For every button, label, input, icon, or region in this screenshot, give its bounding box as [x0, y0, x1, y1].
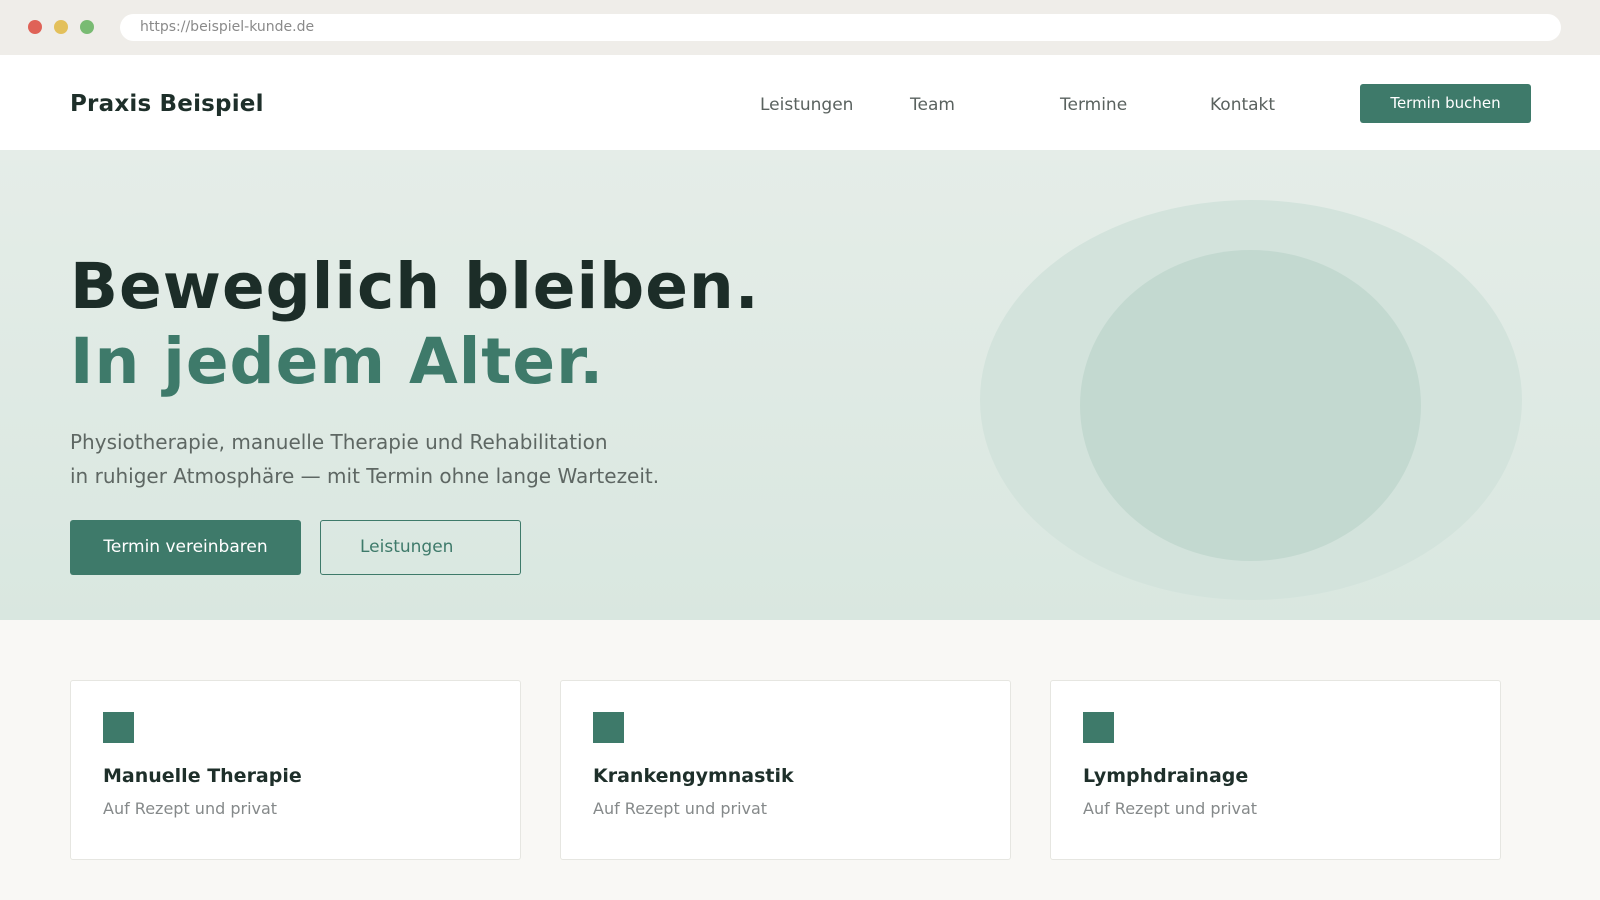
- service-card-title: Manuelle Therapie: [103, 765, 302, 787]
- service-card-title: Lymphdrainage: [1083, 765, 1249, 787]
- services-button[interactable]: Leistungen: [320, 520, 521, 575]
- hero-headline: Beweglich bleiben.: [70, 250, 760, 323]
- service-square-icon: [593, 712, 624, 743]
- service-card-subtitle: Auf Rezept und privat: [103, 799, 278, 818]
- window-maximize-button[interactable]: [80, 20, 94, 34]
- service-card[interactable]: Krankengymnastik Auf Rezept und privat: [560, 680, 1011, 860]
- schedule-appointment-button[interactable]: Termin vereinbaren: [70, 520, 301, 575]
- service-card-subtitle: Auf Rezept und privat: [593, 799, 768, 818]
- service-card[interactable]: Manuelle Therapie Auf Rezept und privat: [70, 680, 521, 860]
- service-card-title: Krankengymnastik: [593, 765, 794, 787]
- window-close-button[interactable]: [28, 20, 42, 34]
- hero-section: Beweglich bleiben. In jedem Alter. Physi…: [0, 150, 1600, 620]
- service-card[interactable]: Lymphdrainage Auf Rezept und privat: [1050, 680, 1501, 860]
- nav-link-kontakt[interactable]: Kontakt: [1210, 95, 1275, 115]
- hero-decor-inner-circle: [1080, 250, 1421, 561]
- hero-lead-line-2: in ruhiger Atmosphäre — mit Termin ohne …: [70, 464, 660, 488]
- hero-subheadline: In jedem Alter.: [70, 325, 605, 398]
- hero-lead-text: Physiotherapie, manuelle Therapie und Re…: [70, 425, 770, 493]
- address-bar-url: https://beispiel-kunde.de: [140, 19, 315, 35]
- window-minimize-button[interactable]: [54, 20, 68, 34]
- nav-link-termine[interactable]: Termine: [1060, 95, 1127, 115]
- nav-link-leistungen[interactable]: Leistungen: [760, 95, 853, 115]
- address-bar[interactable]: https://beispiel-kunde.de: [120, 14, 1561, 41]
- site-header: Praxis Beispiel Leistungen Team Termine …: [0, 55, 1600, 150]
- service-square-icon: [103, 712, 134, 743]
- service-card-subtitle: Auf Rezept und privat: [1083, 799, 1258, 818]
- browser-chrome: https://beispiel-kunde.de: [0, 0, 1600, 55]
- hero-lead-line-1: Physiotherapie, manuelle Therapie und Re…: [70, 430, 608, 454]
- book-appointment-button[interactable]: Termin buchen: [1360, 84, 1531, 123]
- nav-link-team[interactable]: Team: [910, 95, 955, 115]
- brand-logo[interactable]: Praxis Beispiel: [70, 91, 264, 117]
- service-square-icon: [1083, 712, 1114, 743]
